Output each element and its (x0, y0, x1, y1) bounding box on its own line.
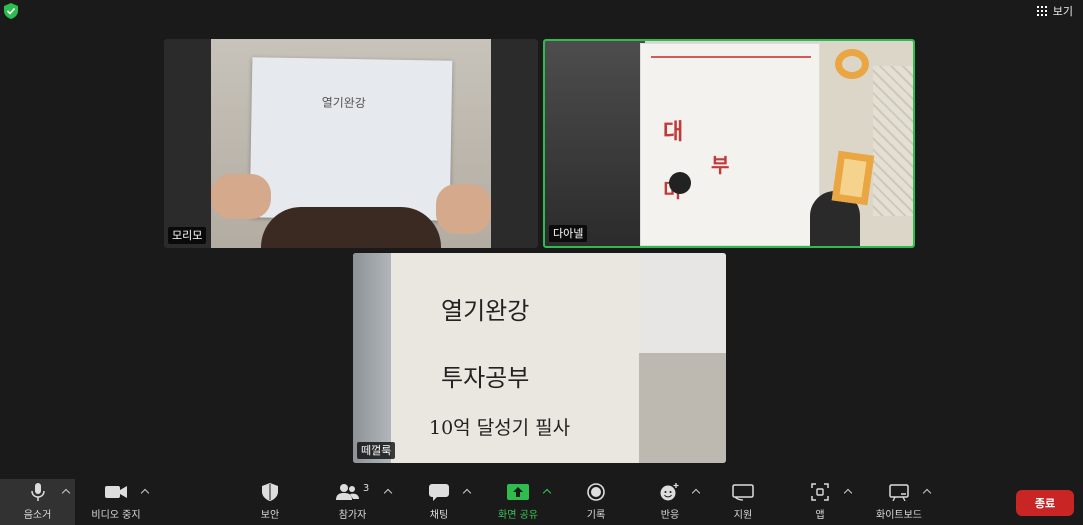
whiteboard-button[interactable]: 화이트보드 (873, 479, 925, 525)
whiteboard-label: 화이트보드 (876, 510, 922, 521)
held-paper: 열기완강 (249, 57, 453, 221)
participant-name-tag: 떼껄룩 (357, 442, 396, 459)
video-camera-icon (105, 483, 127, 501)
video-tile-2-active-speaker[interactable]: 대 부 미 다아넬 (543, 39, 915, 248)
apps-label: 앱 (815, 510, 825, 521)
reactions-label: 반응 (660, 510, 680, 521)
participants-count: 3 (362, 483, 370, 494)
paper-handwriting: 10억 달성기 필사 (429, 417, 571, 439)
record-label: 기록 (586, 510, 606, 521)
record-icon (587, 483, 605, 501)
held-paper: 열기완강 투자공부 10억 달성기 필사 (391, 253, 639, 463)
paper-handwriting: 열기완강 (321, 95, 366, 111)
reactions-button[interactable]: 반응 (655, 479, 685, 525)
security-label: 보안 (260, 510, 280, 521)
participant-name-tag: 다아넬 (549, 225, 588, 242)
video-feed: 열기완강 (211, 39, 491, 248)
view-label: 보기 (1052, 5, 1073, 18)
stop-video-button[interactable]: 비디오 중지 (80, 479, 152, 525)
video-feed: 대 부 미 (545, 41, 913, 246)
apps-options-caret[interactable] (843, 487, 853, 497)
security-button[interactable]: 보안 (250, 479, 290, 525)
video-tile-3[interactable]: 열기완강 투자공부 10억 달성기 필사 떼껄룩 (353, 253, 726, 463)
security-shield-icon[interactable] (4, 3, 18, 19)
shield-icon (262, 483, 278, 501)
video-options-caret[interactable] (140, 487, 150, 497)
chat-bubble-icon (429, 483, 449, 501)
whiteboard-options-caret[interactable] (922, 487, 932, 497)
whiteboard-icon (889, 483, 909, 501)
share-label: 화면 공유 (498, 510, 538, 521)
share-screen-icon (507, 483, 529, 501)
book-title-line: 부 (711, 153, 730, 177)
book-title-line: 대 (663, 119, 684, 145)
participant-name-tag: 모리모 (168, 227, 207, 244)
microphone-icon (30, 483, 45, 501)
support-label: 지원 (733, 510, 753, 521)
video-label: 비디오 중지 (91, 510, 141, 521)
emoji-reaction-icon (660, 483, 680, 501)
apps-button[interactable]: 앱 (805, 479, 835, 525)
view-button[interactable]: 보기 (1036, 3, 1073, 19)
apps-icon (811, 483, 829, 501)
mute-button[interactable]: 음소거 (0, 479, 75, 525)
grid-view-icon (1036, 6, 1047, 16)
participants-options-caret[interactable] (383, 487, 393, 497)
end-meeting-button[interactable]: 종료 (1016, 490, 1074, 516)
meeting-toolbar: 음소거 비디오 중지 보안 3 참가자 채팅 화면 공유 기록 반응 지원 앱 … (0, 479, 1083, 525)
mute-options-caret[interactable] (61, 487, 71, 497)
record-button[interactable]: 기록 (580, 479, 612, 525)
chat-label: 채팅 (429, 510, 449, 521)
held-book: 대 부 미 (640, 43, 820, 246)
video-tile-1[interactable]: 열기완강 모리모 (164, 39, 538, 248)
participants-label: 참가자 (338, 510, 367, 521)
paper-handwriting: 열기완강 (441, 297, 530, 325)
paper-handwriting: 투자공부 (441, 364, 530, 392)
participants-icon: 3 (335, 483, 370, 501)
share-options-caret[interactable] (542, 487, 552, 497)
mute-label: 음소거 (23, 510, 52, 521)
share-screen-button[interactable]: 화면 공유 (494, 479, 542, 525)
support-button[interactable]: 지원 (728, 479, 758, 525)
participants-button[interactable]: 3 참가자 (330, 479, 375, 525)
chat-button[interactable]: 채팅 (420, 479, 458, 525)
chat-options-caret[interactable] (462, 487, 472, 497)
support-screen-icon (732, 483, 754, 501)
video-feed: 열기완강 투자공부 10억 달성기 필사 (353, 253, 726, 463)
reactions-options-caret[interactable] (691, 487, 701, 497)
